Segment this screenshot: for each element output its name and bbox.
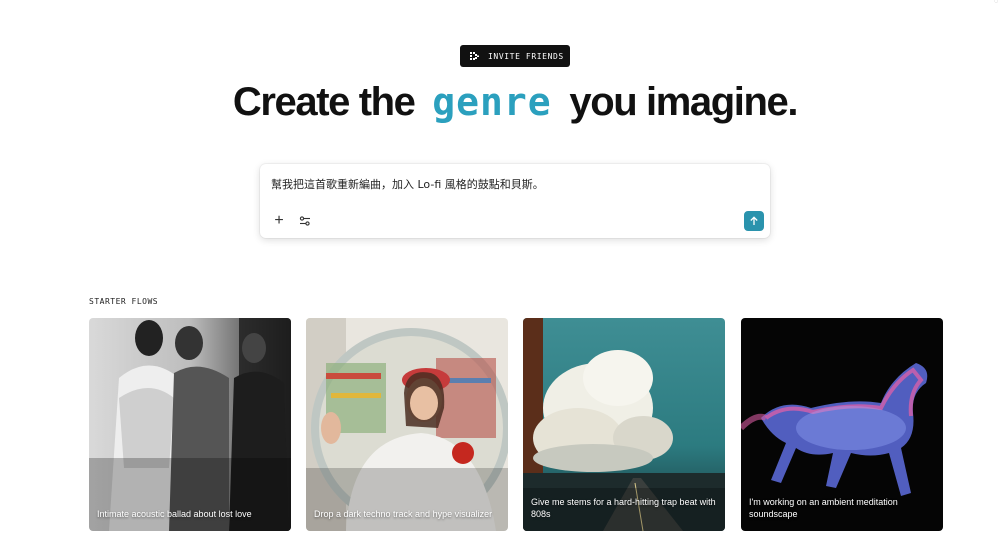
card-caption: Drop a dark techno track and hype visual… <box>314 509 493 519</box>
card-caption: Intimate acoustic ballad about lost love <box>97 509 252 519</box>
settings-sliders-icon[interactable] <box>299 215 311 227</box>
corner-glyph: ◌ <box>994 0 999 5</box>
card-image-crowd <box>89 318 291 531</box>
starter-flows-label: STARTER FLOWS <box>89 297 159 306</box>
prompt-input[interactable]: 幫我把這首歌重新編曲，加入 Lo-fi 風格的鼓點和貝斯。 <box>271 176 544 192</box>
arrow-up-icon <box>750 216 758 225</box>
prompt-box[interactable]: 幫我把這首歌重新編曲，加入 Lo-fi 風格的鼓點和貝斯。 + <box>260 164 770 238</box>
invite-icon <box>470 52 479 60</box>
page-title: Create the genre you imagine. <box>0 80 1000 125</box>
invite-friends-label: INVITE FRIENDS <box>488 51 564 61</box>
starter-card-acoustic-ballad[interactable]: Intimate acoustic ballad about lost love <box>89 318 291 531</box>
invite-friends-button[interactable]: INVITE FRIENDS <box>460 45 570 67</box>
card-caption: I'm working on an ambient meditation sou… <box>749 497 898 519</box>
title-after: you imagine. <box>569 80 798 124</box>
starter-card-ambient-meditation[interactable]: I'm working on an ambient meditation sou… <box>741 318 943 531</box>
card-caption: Give me stems for a hard-hitting trap be… <box>531 497 716 519</box>
title-before: Create the <box>232 80 416 124</box>
starter-card-techno-visualizer[interactable]: Drop a dark techno track and hype visual… <box>306 318 508 531</box>
card-image-fisheye <box>306 318 508 531</box>
plus-icon[interactable]: + <box>272 213 286 229</box>
send-button[interactable] <box>744 211 764 231</box>
starter-card-trap-stems[interactable]: Give me stems for a hard-hitting trap be… <box>523 318 725 531</box>
title-accent: genre <box>432 80 552 124</box>
